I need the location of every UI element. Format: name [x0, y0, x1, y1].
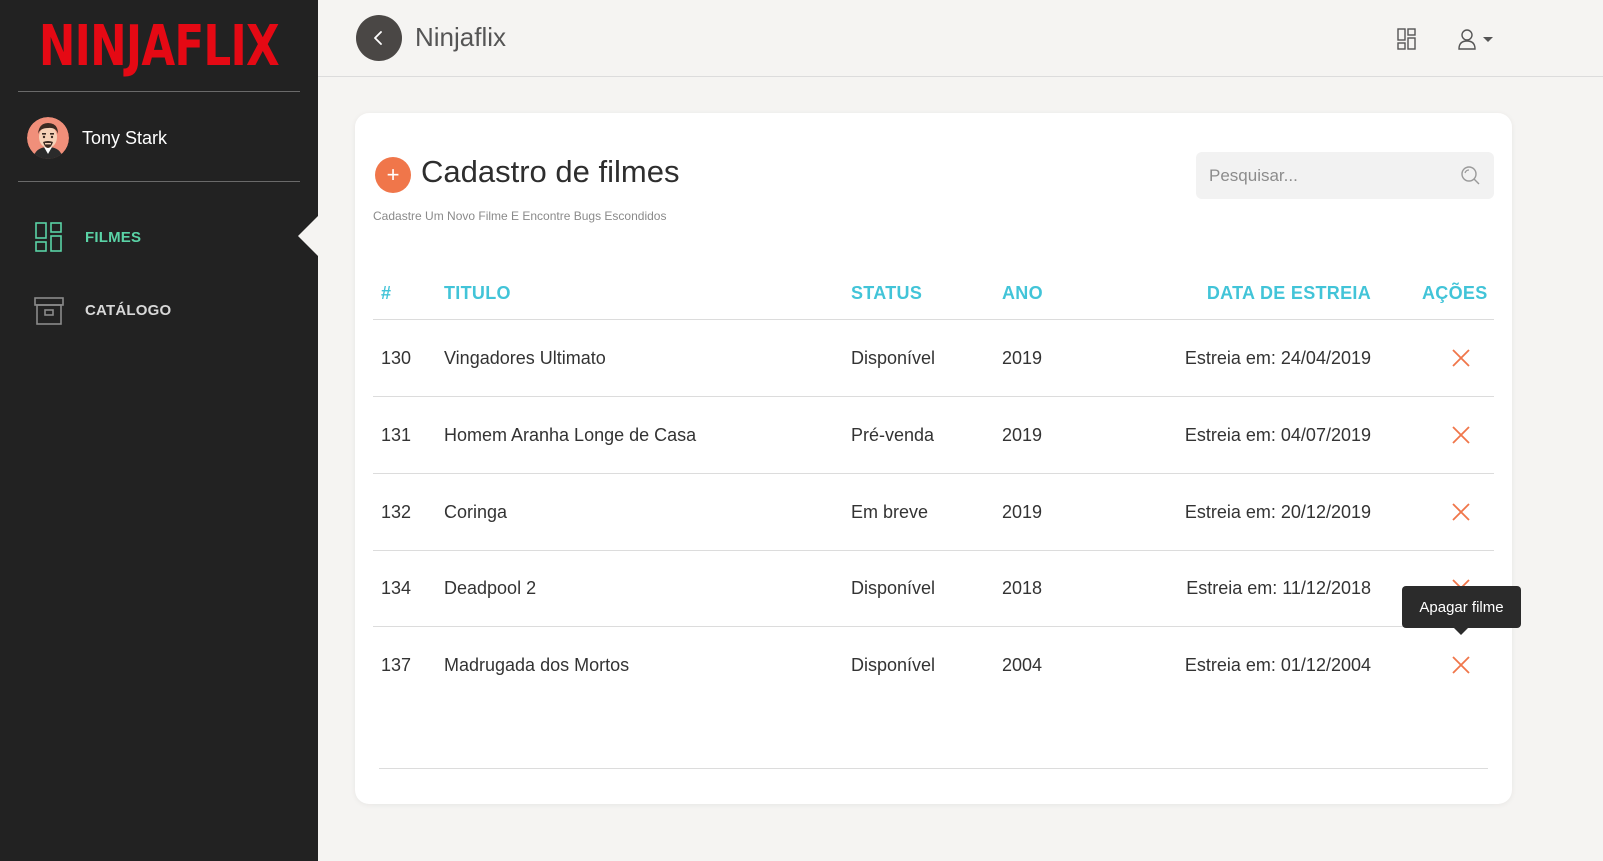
cell-status: Disponível [851, 578, 936, 598]
chevron-left-icon [374, 31, 382, 45]
delete-icon[interactable] [1451, 348, 1471, 368]
cell-title: Homem Aranha Longe de Casa [444, 425, 697, 445]
cell-release: Estreia em: 04/07/2019 [1184, 425, 1371, 445]
plus-icon: + [386, 162, 400, 187]
delete-icon[interactable] [1451, 655, 1471, 675]
divider [18, 91, 300, 92]
delete-tooltip: Apagar filme [1402, 586, 1521, 635]
cell-title: Madrugada dos Mortos [444, 655, 630, 675]
user-name: Tony Stark [82, 127, 168, 148]
cell-status: Pré-venda [851, 425, 935, 445]
cell-year: 2018 [1002, 578, 1043, 598]
cell-status: Disponível [851, 655, 936, 675]
table-row[interactable]: 132 Coringa Em breve 2019 Estreia em: 20… [373, 474, 1494, 551]
table-row[interactable]: 130 Vingadores Ultimato Disponível 2019 … [373, 320, 1494, 397]
active-item-indicator [298, 216, 318, 256]
section-title: Cadastro de filmes [421, 154, 680, 189]
section-subtitle: Cadastre Um Novo Filme E Encontre Bugs E… [373, 209, 667, 223]
cell-year: 2019 [1002, 348, 1043, 368]
user-menu-button[interactable] [1457, 28, 1497, 55]
sidebar: NINJAFLIX Tony Stark FILMES CATÁLOGO [0, 0, 318, 861]
column-header-release[interactable]: DATA DE ESTREIA [1207, 283, 1371, 304]
avatar [27, 117, 69, 159]
column-header-title[interactable]: TITULO [444, 283, 511, 304]
cell-release: Estreia em: 20/12/2019 [1184, 502, 1371, 522]
cell-release: Estreia em: 11/12/2018 [1186, 578, 1371, 598]
cell-title: Deadpool 2 [444, 578, 537, 598]
cell-id: 131 [381, 425, 412, 445]
sidebar-item-filmes[interactable]: FILMES [34, 221, 141, 253]
user-profile[interactable]: Tony Stark [27, 117, 167, 159]
column-header-actions: AÇÕES [1422, 283, 1488, 303]
cell-release: Estreia em: 01/12/2004 [1184, 655, 1371, 675]
search-icon[interactable] [1460, 165, 1480, 185]
table-row[interactable]: 131 Homem Aranha Longe de Casa Pré-venda… [373, 397, 1494, 474]
cell-year: 2004 [1002, 655, 1043, 675]
column-header-year[interactable]: ANO [1002, 283, 1043, 304]
movies-card: + Cadastro de filmes Cadastre Um Novo Fi… [355, 113, 1512, 804]
dashboard-icon [1397, 28, 1416, 50]
delete-icon[interactable] [1451, 425, 1471, 445]
table-row[interactable]: 137 Madrugada dos Mortos Disponível 2004… [373, 627, 1494, 704]
search-box [1196, 152, 1494, 199]
column-header-status[interactable]: STATUS [851, 283, 922, 304]
back-button[interactable] [356, 15, 402, 61]
archive-box-icon [34, 297, 64, 325]
cell-id: 130 [381, 348, 412, 368]
topbar: Ninjaflix [318, 0, 1603, 77]
divider [18, 181, 300, 182]
sidebar-item-label: FILMES [85, 228, 142, 246]
cell-id: 137 [381, 655, 412, 675]
table-footer-divider [379, 768, 1488, 769]
dashboard-icon [35, 222, 62, 252]
page-title: Ninjaflix [415, 22, 507, 52]
column-header-id[interactable]: # [381, 283, 391, 304]
cell-year: 2019 [1002, 502, 1043, 522]
user-icon [1458, 29, 1493, 50]
table-row[interactable]: 134 Deadpool 2 Disponível 2018 Estreia e… [373, 550, 1494, 627]
layout-button[interactable] [1397, 28, 1417, 55]
cell-id: 132 [381, 502, 412, 522]
cell-title: Coringa [444, 502, 508, 522]
sidebar-item-label: CATÁLOGO [85, 301, 172, 319]
cell-status: Em breve [851, 502, 929, 522]
logo-text: NINJAFLIX [39, 13, 280, 79]
search-input[interactable] [1196, 152, 1456, 199]
cell-release: Estreia em: 24/04/2019 [1184, 348, 1371, 368]
cell-id: 134 [381, 578, 412, 598]
delete-icon[interactable] [1451, 502, 1471, 522]
sidebar-item-catalogo[interactable]: CATÁLOGO [34, 294, 171, 326]
cell-title: Vingadores Ultimato [444, 348, 606, 368]
app-logo[interactable]: NINJAFLIX [18, 10, 300, 82]
add-movie-button[interactable]: + [375, 157, 411, 193]
cell-status: Disponível [851, 348, 936, 368]
cell-year: 2019 [1002, 425, 1043, 445]
table-header: # TITULO STATUS ANO DATA DE ESTREIA AÇÕE… [373, 273, 1494, 320]
